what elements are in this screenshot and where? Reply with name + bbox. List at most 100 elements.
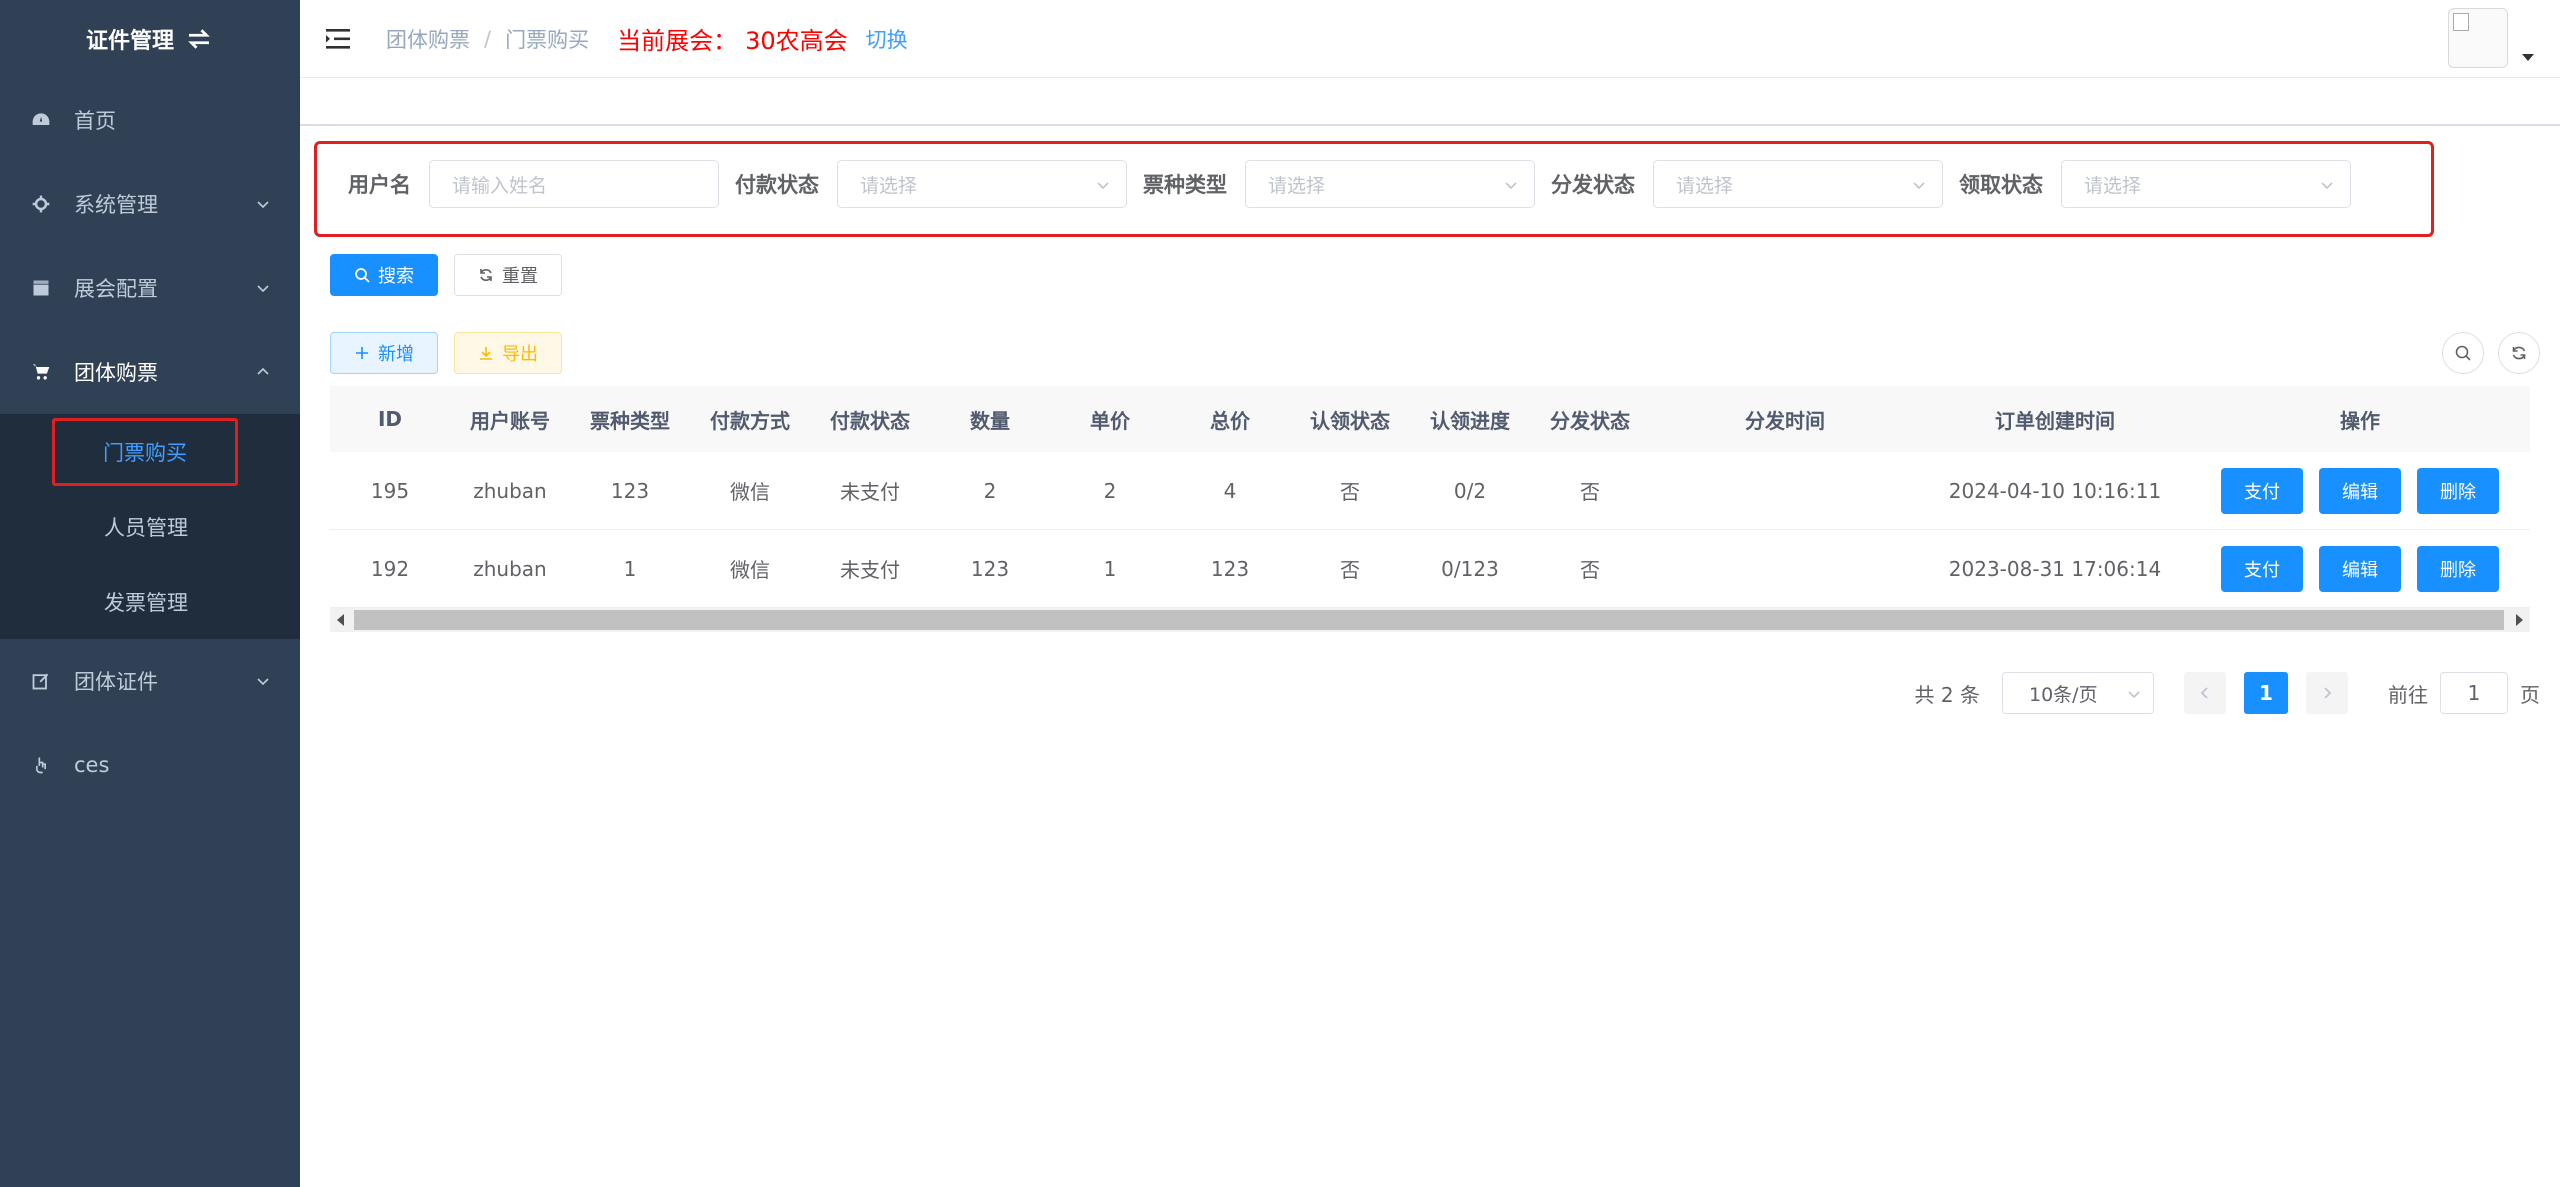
col-header: 付款状态 bbox=[830, 408, 910, 433]
sidebar-item-label: 团体证件 bbox=[74, 670, 158, 694]
table-header: ID 用户账号 票种类型 付款方式 付款状态 数量 单价 总价 认领状态 认领进… bbox=[330, 386, 2530, 452]
chevron-right-icon bbox=[2324, 687, 2332, 699]
ticket-type-label: 票种类型 bbox=[1143, 173, 1227, 197]
delete-button[interactable]: 删除 bbox=[2417, 467, 2499, 514]
cell-claim-status: 否 bbox=[1340, 558, 1360, 582]
sidebar-item-label: 首页 bbox=[74, 109, 116, 133]
cell-quantity: 2 bbox=[983, 478, 997, 503]
col-header: ID bbox=[377, 407, 403, 431]
pay-button[interactable]: 支付 bbox=[2221, 545, 2303, 592]
col-header: 单价 bbox=[1090, 408, 1130, 433]
hamburger-icon[interactable] bbox=[326, 28, 352, 50]
sidebar-item-ces[interactable]: ces bbox=[0, 723, 300, 807]
sidebar-item-expo-config[interactable]: 展会配置 bbox=[0, 246, 300, 330]
username-input[interactable]: 请输入姓名 bbox=[429, 160, 719, 208]
col-header: 数量 bbox=[970, 408, 1010, 433]
scroll-right-icon[interactable] bbox=[2514, 614, 2524, 626]
cell-unit-price: 1 bbox=[1103, 556, 1117, 581]
delete-button[interactable]: 删除 bbox=[2417, 545, 2499, 592]
select-placeholder: 请选择 bbox=[1676, 174, 1734, 197]
dist-status-label: 分发状态 bbox=[1551, 173, 1635, 197]
refresh-table-button[interactable] bbox=[2498, 332, 2540, 374]
goto-label: 前往 bbox=[2388, 682, 2428, 707]
pay-status-select[interactable]: 请选择 bbox=[837, 160, 1127, 208]
chevron-down-icon bbox=[1505, 182, 1517, 190]
gear-icon bbox=[30, 193, 52, 215]
clapboard-icon bbox=[30, 277, 52, 299]
scrollbar-thumb[interactable] bbox=[354, 610, 2504, 630]
pay-button[interactable]: 支付 bbox=[2221, 467, 2303, 514]
sidebar-item-group-cert[interactable]: 团体证件 bbox=[0, 639, 300, 723]
switch-expo-link[interactable]: 切换 bbox=[866, 24, 908, 54]
search-button-label: 搜索 bbox=[378, 266, 414, 287]
cell-pay-method: 微信 bbox=[730, 558, 770, 582]
cell-pay-status: 未支付 bbox=[840, 558, 900, 582]
sidebar-item-group-ticket[interactable]: 团体购票 bbox=[0, 330, 300, 414]
col-header: 认领状态 bbox=[1310, 408, 1390, 433]
goto-page-input[interactable]: 1 bbox=[2440, 672, 2508, 714]
dashboard-icon bbox=[30, 109, 52, 131]
scroll-left-icon[interactable] bbox=[336, 614, 346, 626]
prev-page-button[interactable] bbox=[2184, 672, 2226, 714]
ticket-type-select[interactable]: 请选择 bbox=[1245, 160, 1535, 208]
col-header: 分发状态 bbox=[1550, 408, 1630, 433]
sidebar-item-label: 门票购买 bbox=[52, 417, 238, 486]
sidebar-item-label: 系统管理 bbox=[74, 193, 158, 217]
chevron-down-icon bbox=[2321, 182, 2333, 190]
logo-title: 证件管理 bbox=[85, 29, 174, 54]
cell-quantity: 123 bbox=[970, 556, 1010, 581]
avatar[interactable] bbox=[2448, 8, 2508, 68]
export-button-label: 导出 bbox=[502, 344, 538, 365]
sidebar-item-home[interactable]: 首页 bbox=[0, 78, 300, 162]
reset-button[interactable]: 重置 bbox=[454, 254, 562, 296]
sidebar-item-label: 展会配置 bbox=[74, 277, 158, 301]
dist-status-select[interactable]: 请选择 bbox=[1653, 160, 1943, 208]
search-icon bbox=[355, 268, 370, 283]
chevron-down-icon bbox=[257, 285, 269, 293]
claim-status-select[interactable]: 请选择 bbox=[2061, 160, 2351, 208]
add-button[interactable]: 新增 bbox=[330, 332, 438, 374]
breadcrumb-separator: / bbox=[484, 26, 492, 51]
export-button[interactable]: 导出 bbox=[454, 332, 562, 374]
orders-table: ID 用户账号 票种类型 付款方式 付款状态 数量 单价 总价 认领状态 认领进… bbox=[330, 386, 2530, 608]
col-header: 分发时间 bbox=[1745, 408, 1825, 433]
table-row: 195 zhuban 123 微信 未支付 2 2 4 否 0/2 否 2024… bbox=[330, 452, 2530, 530]
user-dropdown[interactable] bbox=[2448, 8, 2534, 68]
search-icon bbox=[2455, 345, 2471, 361]
sidebar-item-ticket-purchase[interactable]: 门票购买 bbox=[0, 414, 300, 489]
cell-ops: 支付 编辑 删除 bbox=[2190, 545, 2530, 592]
page-number-current[interactable]: 1 bbox=[2244, 672, 2288, 714]
cell-claim-status: 否 bbox=[1340, 480, 1360, 504]
page-size-value: 10条/页 bbox=[2029, 683, 2098, 706]
cell-pay-method: 微信 bbox=[730, 480, 770, 504]
pointer-hand-icon bbox=[30, 754, 52, 776]
main-content: 用户名 请输入姓名 付款状态 请选择 票种类型 请选择 分发状态 请选择 领取状… bbox=[300, 126, 2560, 1187]
caret-down-icon bbox=[2522, 54, 2534, 61]
broken-image-icon bbox=[2453, 13, 2469, 31]
filter-form: 用户名 请输入姓名 付款状态 请选择 票种类型 请选择 分发状态 请选择 领取状… bbox=[348, 160, 2367, 208]
table-row: 192 zhuban 1 微信 未支付 123 1 123 否 0/123 否 … bbox=[330, 530, 2530, 608]
horizontal-scrollbar[interactable] bbox=[330, 608, 2530, 632]
sidebar-item-invoice[interactable]: 发票管理 bbox=[0, 564, 300, 639]
sidebar-item-staff[interactable]: 人员管理 bbox=[0, 489, 300, 564]
sidebar-logo[interactable]: 证件管理 bbox=[0, 0, 300, 78]
chevron-left-icon bbox=[2200, 687, 2208, 699]
sidebar-item-system[interactable]: 系统管理 bbox=[0, 162, 300, 246]
goto-suffix: 页 bbox=[2520, 682, 2540, 707]
breadcrumb-item[interactable]: 团体购票 bbox=[386, 24, 470, 54]
claim-status-label: 领取状态 bbox=[1959, 173, 2043, 197]
next-page-button[interactable] bbox=[2306, 672, 2348, 714]
edit-button[interactable]: 编辑 bbox=[2319, 467, 2401, 514]
col-header: 用户账号 bbox=[470, 408, 550, 433]
page-size-select[interactable]: 10条/页 bbox=[2002, 672, 2154, 714]
select-placeholder: 请选择 bbox=[2084, 174, 2142, 197]
cell-id: 195 bbox=[370, 478, 410, 503]
cell-unit-price: 2 bbox=[1103, 478, 1117, 503]
toggle-search-button[interactable] bbox=[2442, 332, 2484, 374]
switch-arrows-icon bbox=[188, 29, 210, 49]
chevron-down-icon bbox=[1913, 182, 1925, 190]
edit-button[interactable]: 编辑 bbox=[2319, 545, 2401, 592]
sidebar-item-label: 团体购票 bbox=[74, 361, 158, 385]
cell-created-time: 2023-08-31 17:06:14 bbox=[1948, 556, 2162, 581]
search-button[interactable]: 搜索 bbox=[330, 254, 438, 296]
